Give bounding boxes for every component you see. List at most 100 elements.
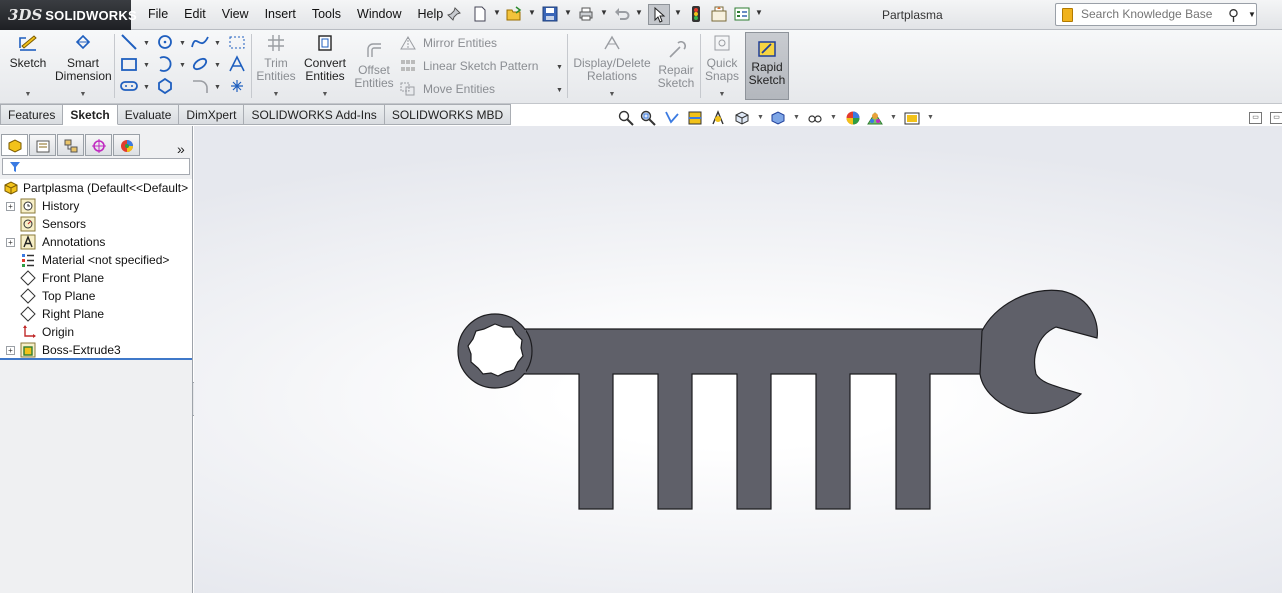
trim-entities-button[interactable]: Trim Entities ▼	[255, 34, 297, 101]
file-properties-icon[interactable]	[711, 6, 727, 22]
rectangle-dropdown-arrow-icon[interactable]: ▼	[143, 62, 150, 69]
menu-tools[interactable]: Tools	[304, 7, 349, 21]
construction-geometry-icon[interactable]	[228, 33, 246, 51]
search-icon[interactable]: ⚲	[1228, 6, 1239, 24]
linear-pattern-dropdown-arrow-icon[interactable]: ▼	[556, 64, 563, 71]
menu-view[interactable]: View	[214, 7, 257, 21]
convert-dropdown-arrow-icon[interactable]: ▼	[302, 88, 348, 101]
rollback-bar[interactable]	[0, 358, 192, 360]
move-entities-button[interactable]: Move Entities	[400, 82, 495, 96]
menu-insert[interactable]: Insert	[257, 7, 304, 21]
point-tool-icon[interactable]	[228, 77, 246, 95]
options-icon[interactable]	[734, 6, 750, 22]
search-dropdown-arrow-icon[interactable]: ▼	[1248, 10, 1256, 19]
open-folder-icon[interactable]	[506, 6, 522, 22]
tab-solidworks-mbd[interactable]: SOLIDWORKS MBD	[384, 104, 512, 125]
display-manager-tab[interactable]	[113, 134, 140, 156]
tab-solidworks-add-ins[interactable]: SOLIDWORKS Add-Ins	[244, 104, 385, 125]
view-settings-dropdown-arrow-icon[interactable]: ▼	[927, 114, 934, 121]
linear-sketch-pattern-button[interactable]: Linear Sketch Pattern	[400, 59, 538, 73]
tree-item-annotations[interactable]: + Annotations	[0, 233, 192, 251]
tree-filter[interactable]	[2, 158, 190, 175]
hide-show-items-icon[interactable]	[807, 110, 823, 126]
arc-tool-icon[interactable]	[156, 55, 174, 73]
display-delete-relations-button[interactable]: Display/Delete Relations ▼	[573, 34, 651, 101]
print-icon[interactable]	[578, 6, 594, 22]
previous-view-icon[interactable]	[664, 110, 680, 126]
tree-item-boss-extrude3[interactable]: + Boss-Extrude3	[0, 341, 192, 359]
graphics-area[interactable]	[194, 126, 1282, 593]
slot-tool-icon[interactable]	[120, 77, 138, 95]
apply-scene-icon[interactable]	[867, 110, 883, 126]
move-dropdown-arrow-icon[interactable]: ▼	[556, 87, 563, 94]
options-dropdown-arrow-icon[interactable]: ▼	[755, 8, 763, 17]
quick-snaps-dropdown-arrow-icon[interactable]: ▼	[703, 88, 741, 101]
undo-dropdown-arrow-icon[interactable]: ▼	[635, 8, 643, 17]
tab-features[interactable]: Features	[0, 104, 64, 125]
menu-window[interactable]: Window	[349, 7, 409, 21]
line-dropdown-arrow-icon[interactable]: ▼	[143, 40, 150, 47]
expand-icon[interactable]: +	[6, 238, 15, 247]
property-manager-tab[interactable]	[29, 134, 56, 156]
tree-item-right-plane[interactable]: Right Plane	[0, 305, 192, 323]
tree-root-part[interactable]: Partplasma (Default<<Default>	[0, 179, 192, 197]
pin-icon[interactable]	[446, 6, 462, 22]
new-document-icon[interactable]	[472, 6, 488, 22]
display-style-icon[interactable]	[770, 110, 786, 126]
tree-item-sensors[interactable]: Sensors	[0, 215, 192, 233]
slot-dropdown-arrow-icon[interactable]: ▼	[143, 84, 150, 91]
rectangle-tool-icon[interactable]	[120, 55, 138, 73]
expand-icon[interactable]: +	[6, 202, 15, 211]
circle-tool-icon[interactable]	[156, 33, 174, 51]
dimxpert-manager-tab[interactable]	[85, 134, 112, 156]
save-icon[interactable]	[542, 6, 558, 22]
spline-dropdown-arrow-icon[interactable]: ▼	[214, 40, 221, 47]
hide-show-dropdown-arrow-icon[interactable]: ▼	[830, 114, 837, 121]
fillet-tool-icon[interactable]	[191, 77, 209, 95]
solidworks-logo[interactable]: 3DS SOLIDWORKS	[0, 0, 137, 30]
undo-icon[interactable]	[614, 6, 630, 22]
sketch-button[interactable]: Sketch ▼	[8, 34, 48, 101]
spline-tool-icon[interactable]	[191, 33, 209, 51]
feature-manager-tab[interactable]	[1, 134, 28, 156]
maximize-viewport-icon[interactable]: ▭	[1270, 112, 1282, 124]
zoom-to-fit-icon[interactable]	[618, 110, 634, 126]
sketch-dropdown-arrow-icon[interactable]: ▼	[8, 88, 48, 101]
smart-dimension-dropdown-arrow-icon[interactable]: ▼	[55, 88, 111, 101]
smart-dimension-button[interactable]: Smart Dimension ▼	[55, 34, 112, 101]
view-orientation-icon[interactable]	[734, 110, 750, 126]
mirror-entities-button[interactable]: Mirror Entities	[400, 36, 497, 50]
circle-dropdown-arrow-icon[interactable]: ▼	[179, 40, 186, 47]
expand-panel-chevron-icon[interactable]: »	[177, 141, 185, 157]
menu-help[interactable]: Help	[410, 7, 452, 21]
menu-edit[interactable]: Edit	[176, 7, 214, 21]
convert-entities-button[interactable]: Convert Entities ▼	[302, 34, 348, 101]
relations-dropdown-arrow-icon[interactable]: ▼	[573, 88, 651, 101]
new-dropdown-arrow-icon[interactable]: ▼	[493, 8, 501, 17]
tab-dimxpert[interactable]: DimXpert	[179, 104, 245, 125]
fillet-dropdown-arrow-icon[interactable]: ▼	[214, 84, 221, 91]
tree-item-front-plane[interactable]: Front Plane	[0, 269, 192, 287]
print-dropdown-arrow-icon[interactable]: ▼	[600, 8, 608, 17]
search-input[interactable]	[1081, 7, 1221, 21]
dynamic-annotation-views-icon[interactable]	[710, 110, 726, 126]
configuration-manager-tab[interactable]	[57, 134, 84, 156]
ellipse-tool-icon[interactable]	[191, 55, 209, 73]
zoom-to-area-icon[interactable]	[640, 110, 656, 126]
tree-item-origin[interactable]: Origin	[0, 323, 192, 341]
expand-icon[interactable]: +	[6, 346, 15, 355]
polygon-tool-icon[interactable]	[156, 77, 174, 95]
section-view-icon[interactable]	[687, 110, 703, 126]
select-button[interactable]	[648, 4, 670, 25]
menu-file[interactable]: File	[140, 7, 176, 21]
tab-evaluate[interactable]: Evaluate	[117, 104, 180, 125]
text-tool-icon[interactable]	[228, 55, 246, 73]
tree-item-top-plane[interactable]: Top Plane	[0, 287, 192, 305]
trim-dropdown-arrow-icon[interactable]: ▼	[255, 88, 297, 101]
ellipse-dropdown-arrow-icon[interactable]: ▼	[214, 62, 221, 69]
restore-viewport-icon[interactable]: ▭	[1249, 112, 1262, 124]
rapid-sketch-button[interactable]: Rapid Sketch	[745, 32, 789, 100]
tree-item-material[interactable]: Material <not specified>	[0, 251, 192, 269]
select-dropdown-arrow-icon[interactable]: ▼	[674, 8, 682, 17]
open-dropdown-arrow-icon[interactable]: ▼	[528, 8, 536, 17]
